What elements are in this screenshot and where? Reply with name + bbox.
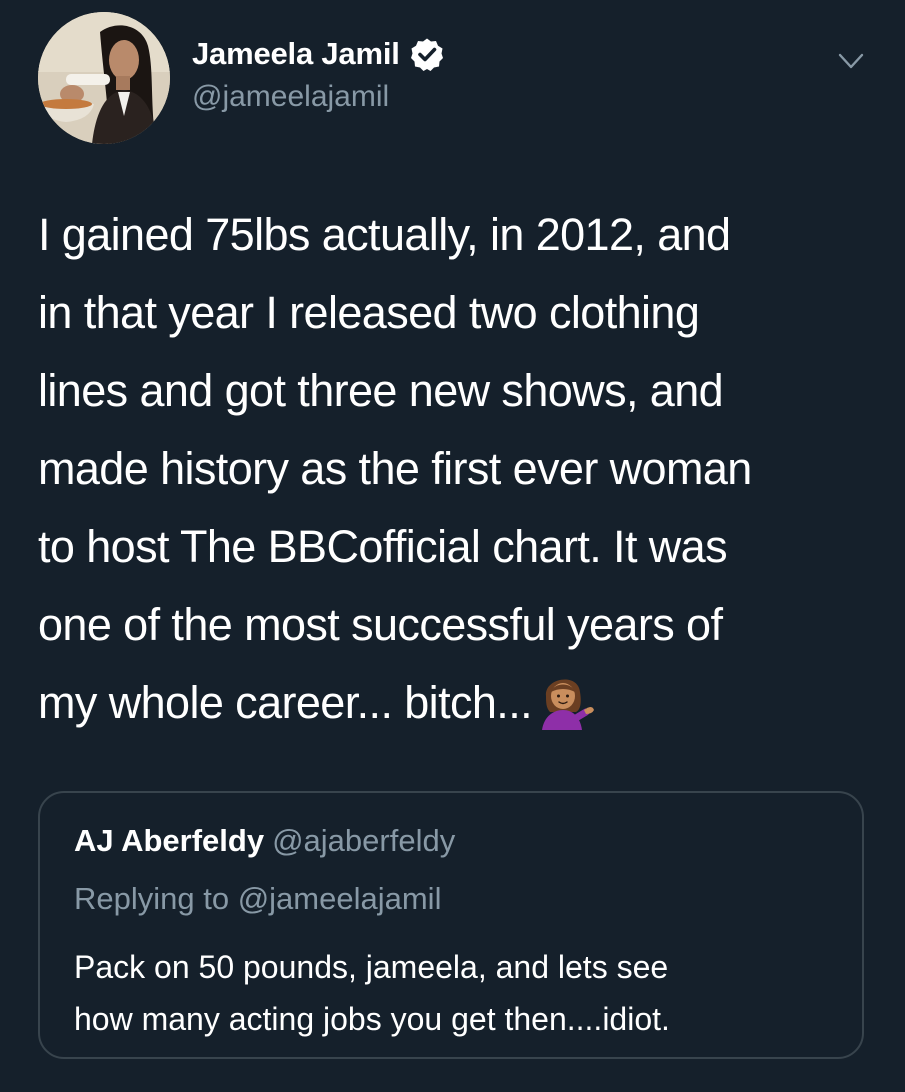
quoted-tweet-card[interactable]: AJ Aberfeldy @ajaberfeldy Replying to @ja… <box>38 791 864 1059</box>
quoted-author-handle: @ajaberfeldy <box>272 823 456 858</box>
tweet-text-line: made history as the first ever woman <box>38 443 752 494</box>
quoted-tweet-text: Pack on 50 pounds, jameela, and lets see… <box>74 941 834 1045</box>
tweet-text-last-line: my whole career... bitch... <box>38 664 888 742</box>
tweet-text-line: my whole career... bitch... <box>38 677 533 728</box>
author-display-name[interactable]: Jameela Jamil <box>192 36 400 72</box>
avatar[interactable] <box>38 12 170 144</box>
tweet-text-line: I gained 75lbs actually, in 2012, and <box>38 209 731 260</box>
tweet-text-line: one of the most successful years of <box>38 599 723 650</box>
author-name-row: Jameela Jamil <box>192 34 444 74</box>
quoted-author-name: AJ Aberfeldy <box>74 823 265 858</box>
tweet-text-line: lines and got three new shows, and <box>38 365 724 416</box>
tweet-text-line: in that year I released two clothing <box>38 287 700 338</box>
tweet-text: I gained 75lbs actually, in 2012, and in… <box>38 196 888 742</box>
tweet-container: Jameela Jamil @jameelajamil I gained 75l… <box>0 0 905 1092</box>
profile-photo-icon <box>38 12 170 144</box>
author-handle[interactable]: @jameelajamil <box>192 80 389 114</box>
quoted-text-line: Pack on 50 pounds, jameela, and lets see <box>74 949 669 985</box>
person-tipping-hand-emoji-icon <box>542 679 595 730</box>
quoted-text-line: how many acting jobs you get then....idi… <box>74 1001 670 1037</box>
quoted-replying-to: Replying to @jameelajamil <box>74 881 442 916</box>
chevron-down-icon[interactable] <box>834 44 868 78</box>
tweet-text-line: to host The BBCofficial chart. It was <box>38 521 728 572</box>
quoted-tweet-header: AJ Aberfeldy @ajaberfeldy <box>74 823 455 859</box>
verified-badge-icon <box>410 38 443 71</box>
